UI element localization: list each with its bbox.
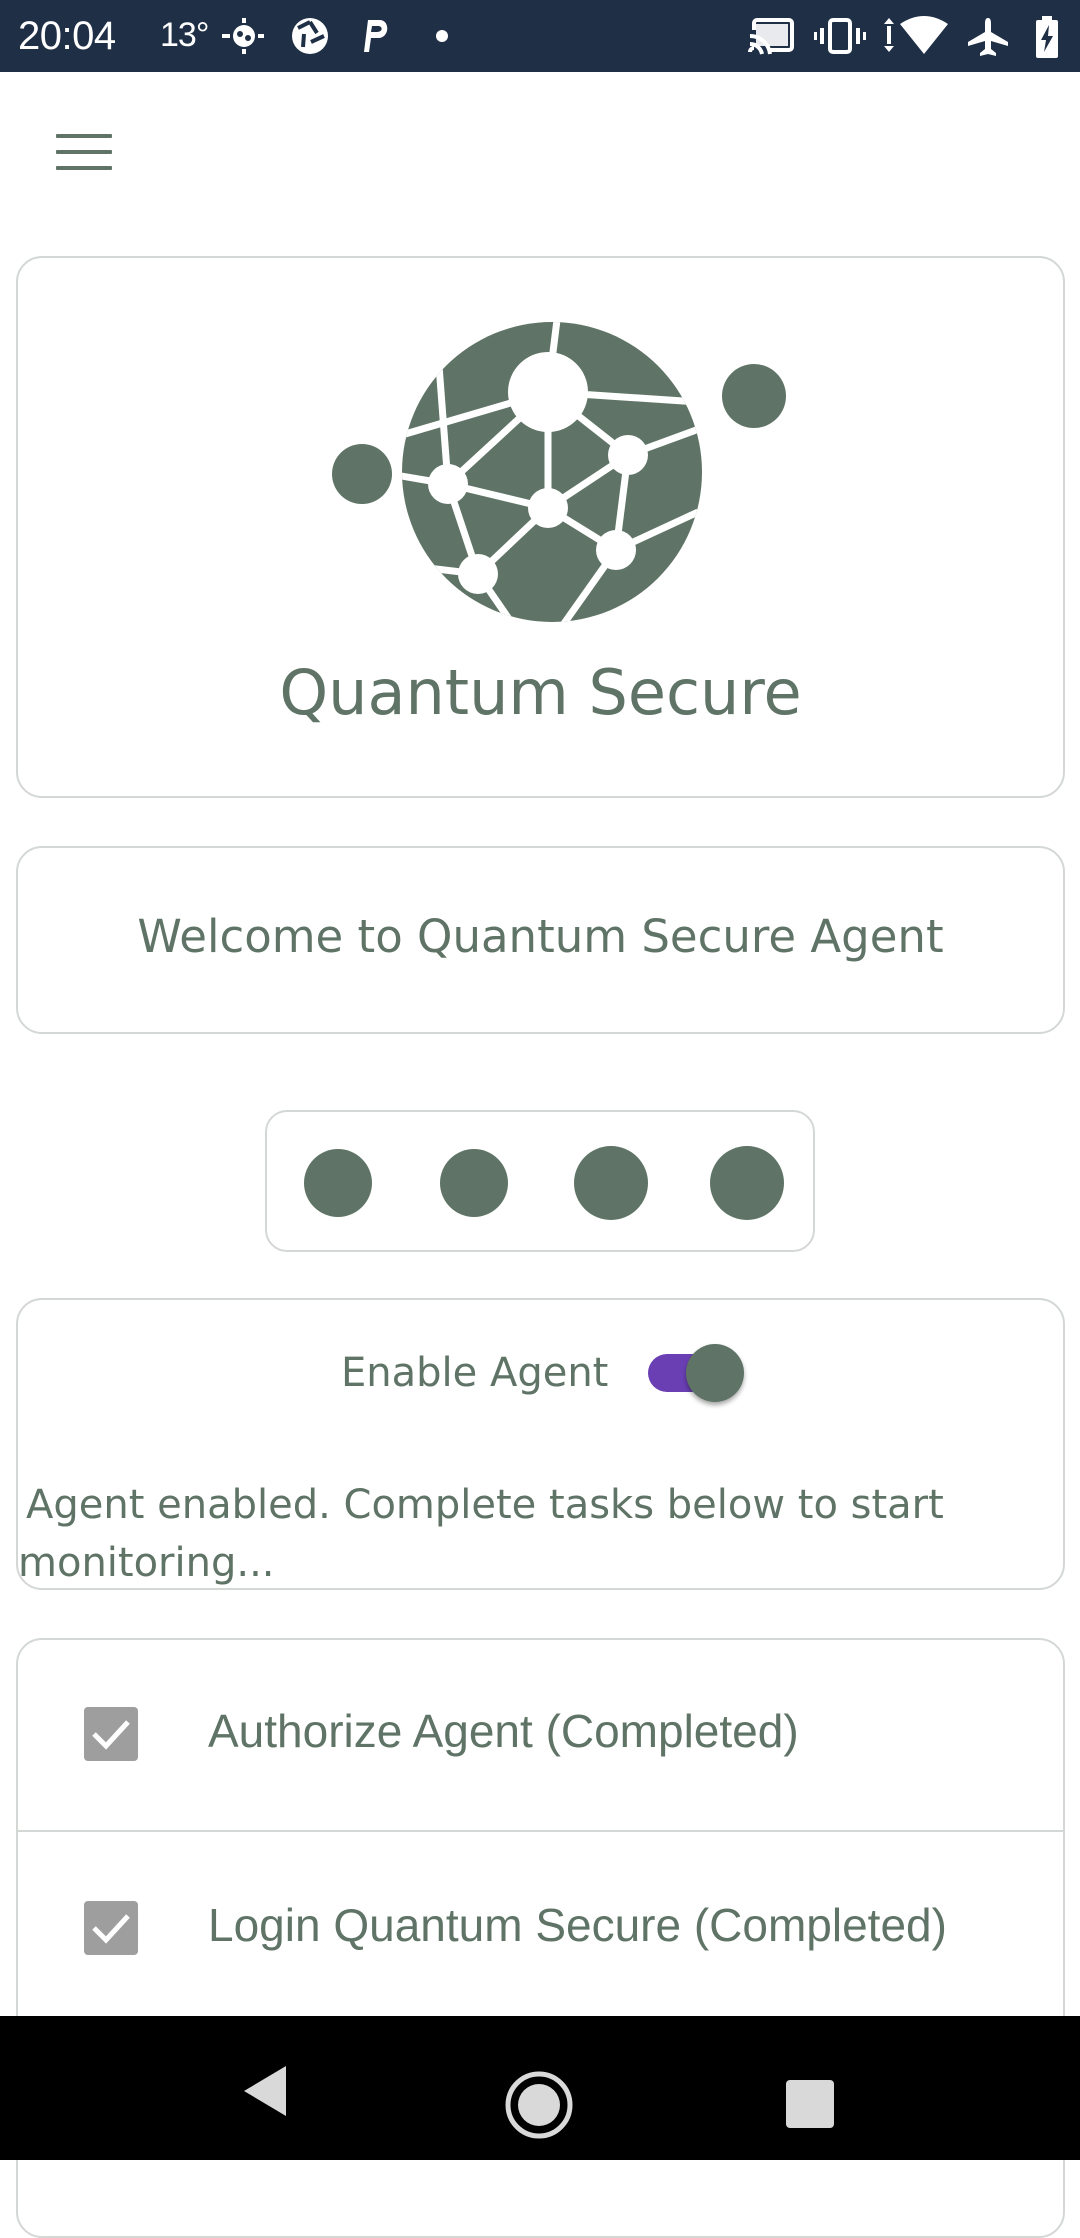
notification-dot bbox=[436, 30, 448, 42]
pin-dot bbox=[304, 1149, 372, 1217]
welcome-text: Welcome to Quantum Secure Agent bbox=[137, 910, 944, 963]
checkbox-checked[interactable] bbox=[84, 1901, 138, 1955]
home-icon[interactable] bbox=[504, 2070, 574, 2144]
back-icon[interactable] bbox=[240, 2064, 290, 2122]
toggle-thumb bbox=[686, 1344, 744, 1402]
logo-card: Quantum Secure bbox=[16, 256, 1065, 798]
pin-dot bbox=[440, 1149, 508, 1217]
pin-dot bbox=[710, 1146, 784, 1220]
cast-icon bbox=[748, 16, 796, 61]
enable-agent-label: Enable Agent bbox=[341, 1350, 609, 1396]
status-time: 20:04 bbox=[18, 14, 116, 58]
task-label: Login Quantum Secure (Completed) bbox=[208, 1899, 947, 1951]
vibrate-icon bbox=[814, 16, 866, 61]
pin-indicator bbox=[265, 1110, 815, 1252]
wifi-data-icon bbox=[880, 16, 950, 61]
weather-icon bbox=[218, 16, 266, 61]
recents-icon[interactable] bbox=[786, 2080, 834, 2132]
status-bar: 20:04 13° bbox=[0, 0, 1080, 72]
welcome-card: Welcome to Quantum Secure Agent bbox=[16, 846, 1065, 1034]
hamburger-menu-icon[interactable] bbox=[50, 128, 118, 178]
task-label: Authorize Agent (Completed) bbox=[208, 1705, 799, 1757]
pin-dot bbox=[574, 1146, 648, 1220]
battery-charging-icon bbox=[1034, 16, 1060, 63]
parking-icon bbox=[358, 16, 394, 61]
status-temperature: 13° bbox=[160, 16, 209, 54]
task-login-quantum-secure[interactable]: Login Quantum Secure (Completed) bbox=[18, 1834, 1063, 2024]
app-name: Quantum Secure bbox=[279, 656, 802, 729]
task-authorize-agent[interactable]: Authorize Agent (Completed) bbox=[18, 1640, 1063, 1832]
network-globe-logo bbox=[318, 312, 798, 636]
navigation-bar bbox=[0, 2016, 1080, 2160]
agent-card: Enable Agent Agent enabled. Complete tas… bbox=[16, 1298, 1065, 1590]
airplane-mode-icon bbox=[966, 16, 1010, 61]
agent-status-text: Agent enabled. Complete tasks below to s… bbox=[18, 1482, 944, 1586]
checkbox-checked[interactable] bbox=[84, 1707, 138, 1761]
enable-agent-toggle[interactable] bbox=[634, 1338, 750, 1408]
aperture-icon bbox=[290, 16, 330, 61]
divider bbox=[18, 1830, 1063, 1832]
